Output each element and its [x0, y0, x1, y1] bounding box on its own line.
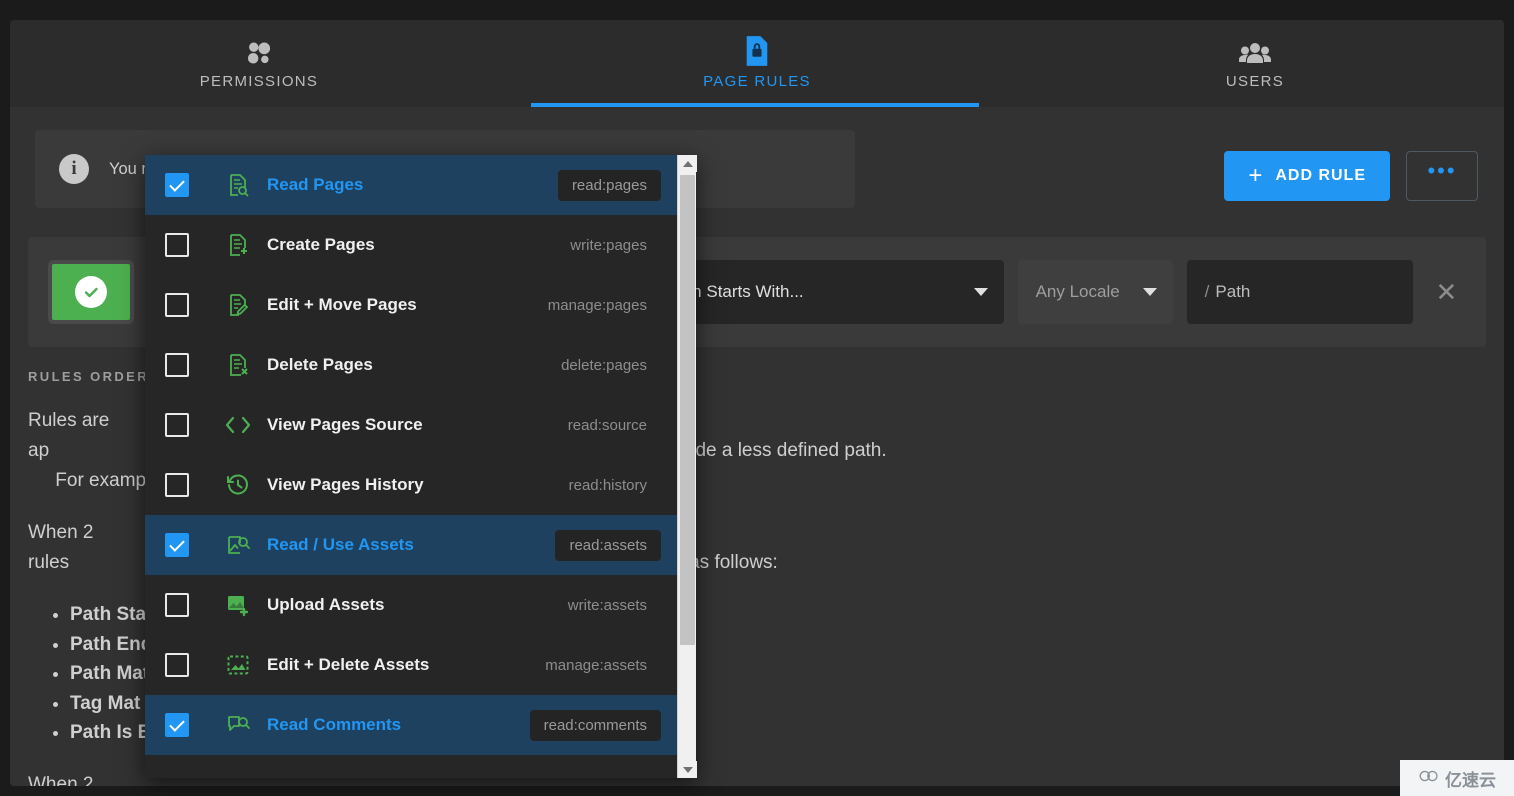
- tab-users-label: USERS: [1225, 73, 1285, 90]
- tab-bar: PERMISSIONS PAGE RULES USERS: [10, 20, 1504, 107]
- list-item-label: Edit + Move Pages: [267, 295, 417, 314]
- p1-line2-left: For exampl: [55, 470, 151, 491]
- permission-chip: read:history: [568, 476, 647, 494]
- list-item-label: Edit + Delete Assets: [267, 655, 430, 674]
- history-clock-icon: [225, 472, 251, 498]
- permission-chip: manage:assets: [545, 656, 647, 674]
- path-placeholder: Path: [1215, 282, 1251, 301]
- locale-select[interactable]: Any Locale: [1017, 260, 1173, 324]
- cloud-logo-icon: [1418, 769, 1440, 788]
- permission-chip: read:pages: [557, 169, 661, 201]
- list-item-label: Upload Assets: [267, 595, 385, 614]
- list-item-label: Delete Pages: [267, 355, 373, 374]
- page-edit-icon: [225, 292, 251, 318]
- scroll-up-arrow-icon[interactable]: [678, 155, 697, 172]
- add-rule-button[interactable]: + ADD RULE: [1224, 151, 1390, 201]
- tab-users[interactable]: USERS: [1006, 20, 1504, 107]
- scrollbar-thumb[interactable]: [680, 175, 695, 645]
- list-item-label: Create Pages: [267, 235, 375, 254]
- watermark-text: 亿速云: [1445, 770, 1496, 790]
- permissions-dropdown: Read Pages read:pages Create Pages write…: [145, 155, 697, 778]
- image-dashed-icon: [225, 652, 251, 678]
- page-search-icon: [225, 172, 251, 198]
- comment-search-icon: [225, 712, 251, 738]
- list-item[interactable]: Create Pages write:pages: [145, 215, 677, 275]
- checkbox[interactable]: [165, 473, 189, 497]
- match-type-value: ath Starts With...: [678, 282, 804, 301]
- users-icon: [1239, 37, 1271, 67]
- list-item[interactable]: View Pages History read:history: [145, 455, 677, 515]
- permission-chip: read:comments: [529, 709, 661, 741]
- permission-chip: write:assets: [567, 596, 647, 614]
- page-plus-icon: [225, 232, 251, 258]
- page-delete-icon: [225, 352, 251, 378]
- tab-permissions[interactable]: PERMISSIONS: [10, 20, 508, 107]
- dropdown-scrollbar[interactable]: [677, 155, 697, 778]
- list-item-label: Read Comments: [267, 715, 402, 734]
- image-search-icon: [225, 532, 251, 558]
- path-input[interactable]: / Path: [1186, 260, 1413, 324]
- list-item[interactable]: View Pages Source read:source: [145, 395, 677, 455]
- permissions-icon: [244, 37, 274, 67]
- checkbox[interactable]: [165, 653, 189, 677]
- list-item[interactable]: Read / Use Assets read:assets: [145, 515, 677, 575]
- plus-icon: +: [1248, 162, 1264, 189]
- code-brackets-icon: [225, 412, 251, 438]
- rule-allow-toggle[interactable]: [48, 260, 135, 324]
- checkbox[interactable]: [165, 533, 189, 557]
- info-icon: i: [59, 154, 89, 184]
- checkbox[interactable]: [165, 713, 189, 737]
- permissions-list: Read Pages read:pages Create Pages write…: [145, 155, 677, 778]
- more-options-button[interactable]: •••: [1406, 151, 1478, 201]
- p3-left: When 2 rules: [28, 773, 94, 787]
- permission-chip: delete:pages: [561, 356, 647, 374]
- match-type-select[interactable]: ath Starts With...: [660, 260, 1004, 324]
- scroll-down-arrow-icon[interactable]: [678, 761, 697, 778]
- path-slash-prefix: /: [1204, 282, 1210, 301]
- tab-page-rules-label: PAGE RULES: [703, 73, 811, 90]
- toolbar-actions: + ADD RULE •••: [1224, 151, 1478, 201]
- tab-permissions-label: PERMISSIONS: [199, 73, 319, 90]
- permission-chip: read:assets: [555, 529, 661, 561]
- checkbox[interactable]: [165, 353, 189, 377]
- checkbox[interactable]: [165, 173, 189, 197]
- permission-chip: write:pages: [570, 236, 647, 254]
- add-rule-label: ADD RULE: [1275, 167, 1366, 184]
- list-item-label: View Pages History: [267, 475, 424, 494]
- locale-value: Any Locale: [1035, 282, 1120, 301]
- permission-chip: manage:pages: [547, 296, 647, 314]
- checkbox[interactable]: [165, 233, 189, 257]
- image-plus-icon: [225, 592, 251, 618]
- checkbox[interactable]: [165, 413, 189, 437]
- p1-right: rride a less defined path.: [678, 440, 887, 461]
- list-item[interactable]: Upload Assets write:assets: [145, 575, 677, 635]
- list-item[interactable]: Edit + Delete Assets manage:assets: [145, 635, 677, 695]
- chevron-down-icon: [1142, 288, 1157, 296]
- p2-left: When 2 rules: [28, 522, 94, 573]
- list-item-label: View Pages Source: [267, 415, 423, 434]
- list-item[interactable]: Read Pages read:pages: [145, 155, 677, 215]
- list-item[interactable]: Edit + Move Pages manage:pages: [145, 275, 677, 335]
- app-root: PERMISSIONS PAGE RULES USERS i You + ADD…: [0, 0, 1514, 796]
- checkbox[interactable]: [165, 593, 189, 617]
- list-item[interactable]: Delete Pages delete:pages: [145, 335, 677, 395]
- list-item-label: Read / Use Assets: [267, 535, 414, 554]
- remove-rule-button[interactable]: ✕: [1427, 260, 1466, 324]
- list-item-label: Read Pages: [267, 175, 364, 194]
- chevron-down-icon: [973, 288, 988, 296]
- watermark: 亿速云: [1400, 760, 1514, 796]
- checkbox[interactable]: [165, 293, 189, 317]
- check-circle-icon: [75, 276, 108, 308]
- page-lock-icon: [743, 36, 771, 67]
- permission-chip: read:source: [567, 416, 647, 434]
- p1-left: Rules are ap: [28, 410, 110, 461]
- tab-page-rules[interactable]: PAGE RULES: [508, 20, 1006, 107]
- list-item[interactable]: Read Comments read:comments: [145, 695, 677, 755]
